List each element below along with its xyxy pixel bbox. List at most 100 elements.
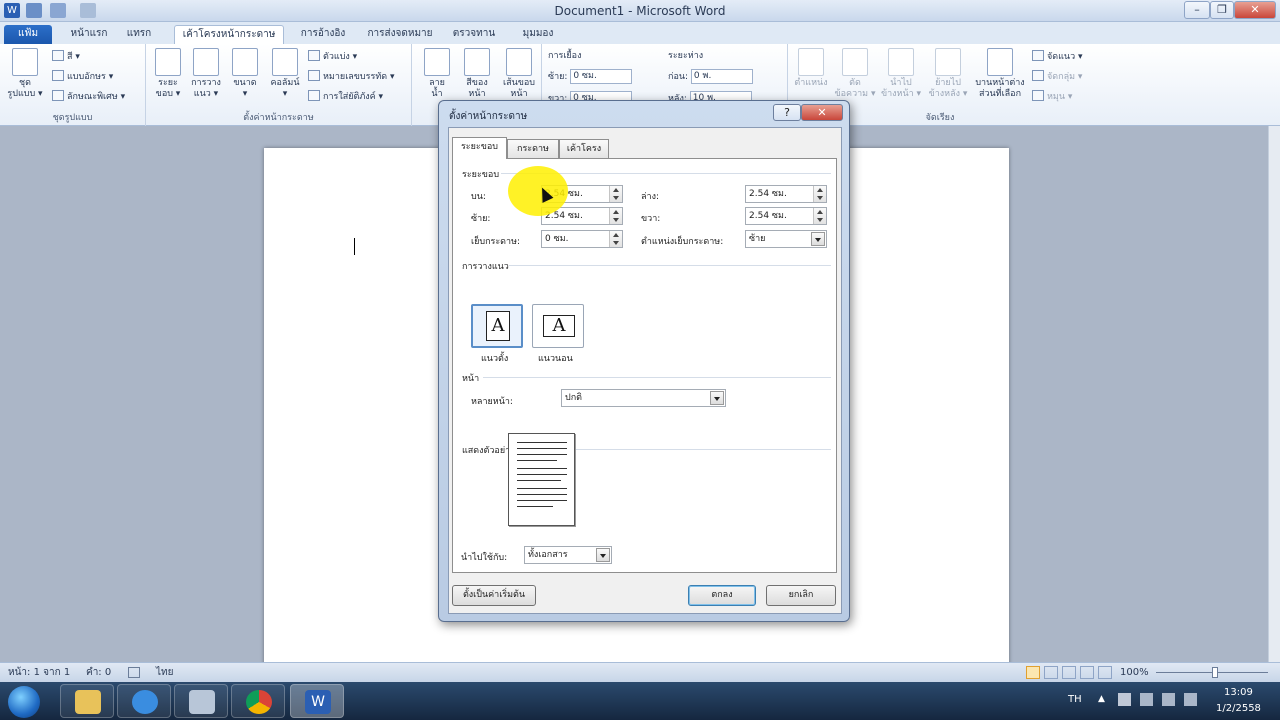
flag-icon[interactable] [1118, 693, 1131, 706]
folder-icon [75, 690, 101, 714]
bottom-margin-input[interactable]: 2.54 ซม. [745, 185, 827, 203]
maximize-button[interactable]: ❐ [1210, 1, 1234, 19]
clock-time[interactable]: 13:09 [1224, 687, 1253, 698]
left-margin-spinner[interactable] [609, 208, 622, 224]
chevron-down-icon[interactable] [710, 391, 724, 405]
tab-page-layout[interactable]: เค้าโครงหน้ากระดาษ [174, 25, 284, 44]
tab-insert[interactable]: แทรก [118, 25, 160, 44]
tab-review[interactable]: ตรวจทาน [448, 25, 500, 44]
close-button[interactable]: ✕ [1234, 1, 1276, 19]
align-icon [1032, 50, 1044, 61]
input-language[interactable]: TH [1068, 694, 1082, 705]
taskbar-ie[interactable] [117, 684, 171, 718]
apply-to-label: นำไปใช้กับ: [461, 553, 508, 563]
taskbar-chrome[interactable] [231, 684, 285, 718]
columns-button[interactable]: คอลัมน์ ▾ [266, 48, 304, 100]
portrait-option[interactable]: A [471, 304, 523, 348]
themes-button[interactable]: ชุด รูปแบบ ▾ [4, 48, 46, 100]
page-color-button[interactable]: สีของ หน้า [460, 48, 494, 100]
orientation-button[interactable]: การวาง แนว ▾ [188, 48, 224, 100]
size-button[interactable]: ขนาด ▾ [228, 48, 262, 100]
themes-icon [12, 48, 38, 76]
battery-icon[interactable] [1184, 693, 1197, 706]
web-layout-icon[interactable] [1062, 666, 1076, 679]
proofing-icon[interactable] [128, 667, 140, 678]
tab-margins[interactable]: ระยะขอบ [452, 137, 507, 159]
tab-references[interactable]: การอ้างอิง [292, 25, 354, 44]
apply-to-select[interactable]: ทั้งเอกสาร [524, 546, 612, 564]
start-button[interactable] [8, 686, 40, 718]
chevron-down-icon[interactable] [811, 232, 825, 246]
selection-pane-button[interactable]: บานหน้าต่าง ส่วนที่เลือก [972, 48, 1028, 100]
gutter-spinner[interactable] [609, 231, 622, 247]
set-default-button[interactable]: ตั้งเป็นค่าเริ่มต้น [452, 585, 536, 606]
right-margin-input[interactable]: 2.54 ซม. [745, 207, 827, 225]
theme-effects-button[interactable]: ลักษณะพิเศษ ▾ [52, 90, 125, 104]
chevron-down-icon[interactable] [596, 548, 610, 562]
word-count[interactable]: คำ: 0 [86, 663, 111, 682]
clock-date[interactable]: 1/2/2558 [1216, 703, 1261, 714]
outline-icon[interactable] [1080, 666, 1094, 679]
orientation-section-label: การวางแนว [462, 262, 509, 272]
breaks-icon [308, 50, 320, 61]
language-indicator[interactable]: ไทย [156, 663, 173, 682]
title-bar: W Document1 - Microsoft Word – ❐ ✕ [0, 0, 1280, 22]
page-borders-icon [506, 48, 532, 76]
line-numbers-icon [308, 70, 320, 81]
theme-fonts-button[interactable]: แบบอักษร ▾ [52, 70, 113, 84]
group-icon [1032, 70, 1044, 81]
tab-mailings[interactable]: การส่งจดหมาย [362, 25, 438, 44]
keyboard-icon [189, 690, 215, 714]
indent-left-input[interactable]: 0 ซม. [570, 69, 633, 84]
tab-layout[interactable]: เค้าโครง [559, 139, 609, 158]
theme-colors-button[interactable]: สี ▾ [52, 50, 80, 64]
draft-icon[interactable] [1098, 666, 1112, 679]
rotate-button[interactable]: หมุน ▾ [1032, 90, 1072, 104]
group-objects-button[interactable]: จัดกลุ่ม ▾ [1032, 70, 1082, 84]
tab-paper[interactable]: กระดาษ [507, 139, 559, 158]
network-icon[interactable] [1140, 693, 1153, 706]
right-margin-spinner[interactable] [813, 208, 826, 224]
help-button[interactable]: ? [773, 104, 801, 121]
indent-left: ซ้าย: 0 ซม. [548, 69, 633, 84]
landscape-label: แนวนอน [538, 354, 573, 364]
print-layout-icon[interactable] [1026, 666, 1040, 679]
tab-home[interactable]: หน้าแรก [62, 25, 116, 44]
send-backward-button[interactable]: ย้ายไป ข้างหลัง ▾ [926, 48, 970, 100]
taskbar-explorer[interactable] [60, 684, 114, 718]
zoom-slider-thumb[interactable] [1212, 667, 1218, 678]
multiple-pages-select[interactable]: ปกติ [561, 389, 726, 407]
wrap-text-button[interactable]: ตัด ข้อความ ▾ [834, 48, 876, 100]
dialog-close-button[interactable]: ✕ [801, 104, 843, 121]
hyphenation-button[interactable]: การใส่ยัติภังค์ ▾ [308, 90, 383, 104]
hyphenation-icon [308, 90, 320, 101]
align-button[interactable]: จัดแนว ▾ [1032, 50, 1083, 64]
tray-expand-icon[interactable]: ▲ [1098, 694, 1105, 704]
page-count[interactable]: หน้า: 1 จาก 1 [8, 663, 70, 682]
vertical-scrollbar[interactable] [1268, 126, 1280, 662]
breaks-button[interactable]: ตัวแบ่ง ▾ [308, 50, 357, 64]
tab-view[interactable]: มุมมอง [514, 25, 562, 44]
spacing-before-input[interactable]: 0 พ. [690, 69, 753, 84]
taskbar-app[interactable] [174, 684, 228, 718]
full-screen-icon[interactable] [1044, 666, 1058, 679]
position-button[interactable]: ตำแหน่ง [790, 48, 832, 89]
gutter-position-select[interactable]: ซ้าย [745, 230, 827, 248]
colors-icon [52, 50, 64, 61]
line-numbers-button[interactable]: หมายเลขบรรทัด ▾ [308, 70, 394, 84]
watermark-button[interactable]: ลาย น้ำ [422, 48, 452, 100]
bottom-margin-spinner[interactable] [813, 186, 826, 202]
margins-button[interactable]: ระยะ ขอบ ▾ [152, 48, 184, 100]
landscape-option[interactable]: A [532, 304, 584, 348]
cancel-button[interactable]: ยกเลิก [766, 585, 836, 606]
ok-button[interactable]: ตกลง [688, 585, 756, 606]
gutter-input[interactable]: 0 ซม. [541, 230, 623, 248]
tab-file[interactable]: แฟ้ม [4, 25, 52, 44]
zoom-level[interactable]: 100% [1120, 663, 1149, 682]
minimize-button[interactable]: – [1184, 1, 1210, 19]
taskbar-word[interactable]: W [290, 684, 344, 718]
volume-icon[interactable] [1162, 693, 1175, 706]
bring-forward-button[interactable]: นำไป ข้างหน้า ▾ [878, 48, 924, 100]
top-margin-spinner[interactable] [609, 186, 622, 202]
preview-line [517, 480, 561, 481]
